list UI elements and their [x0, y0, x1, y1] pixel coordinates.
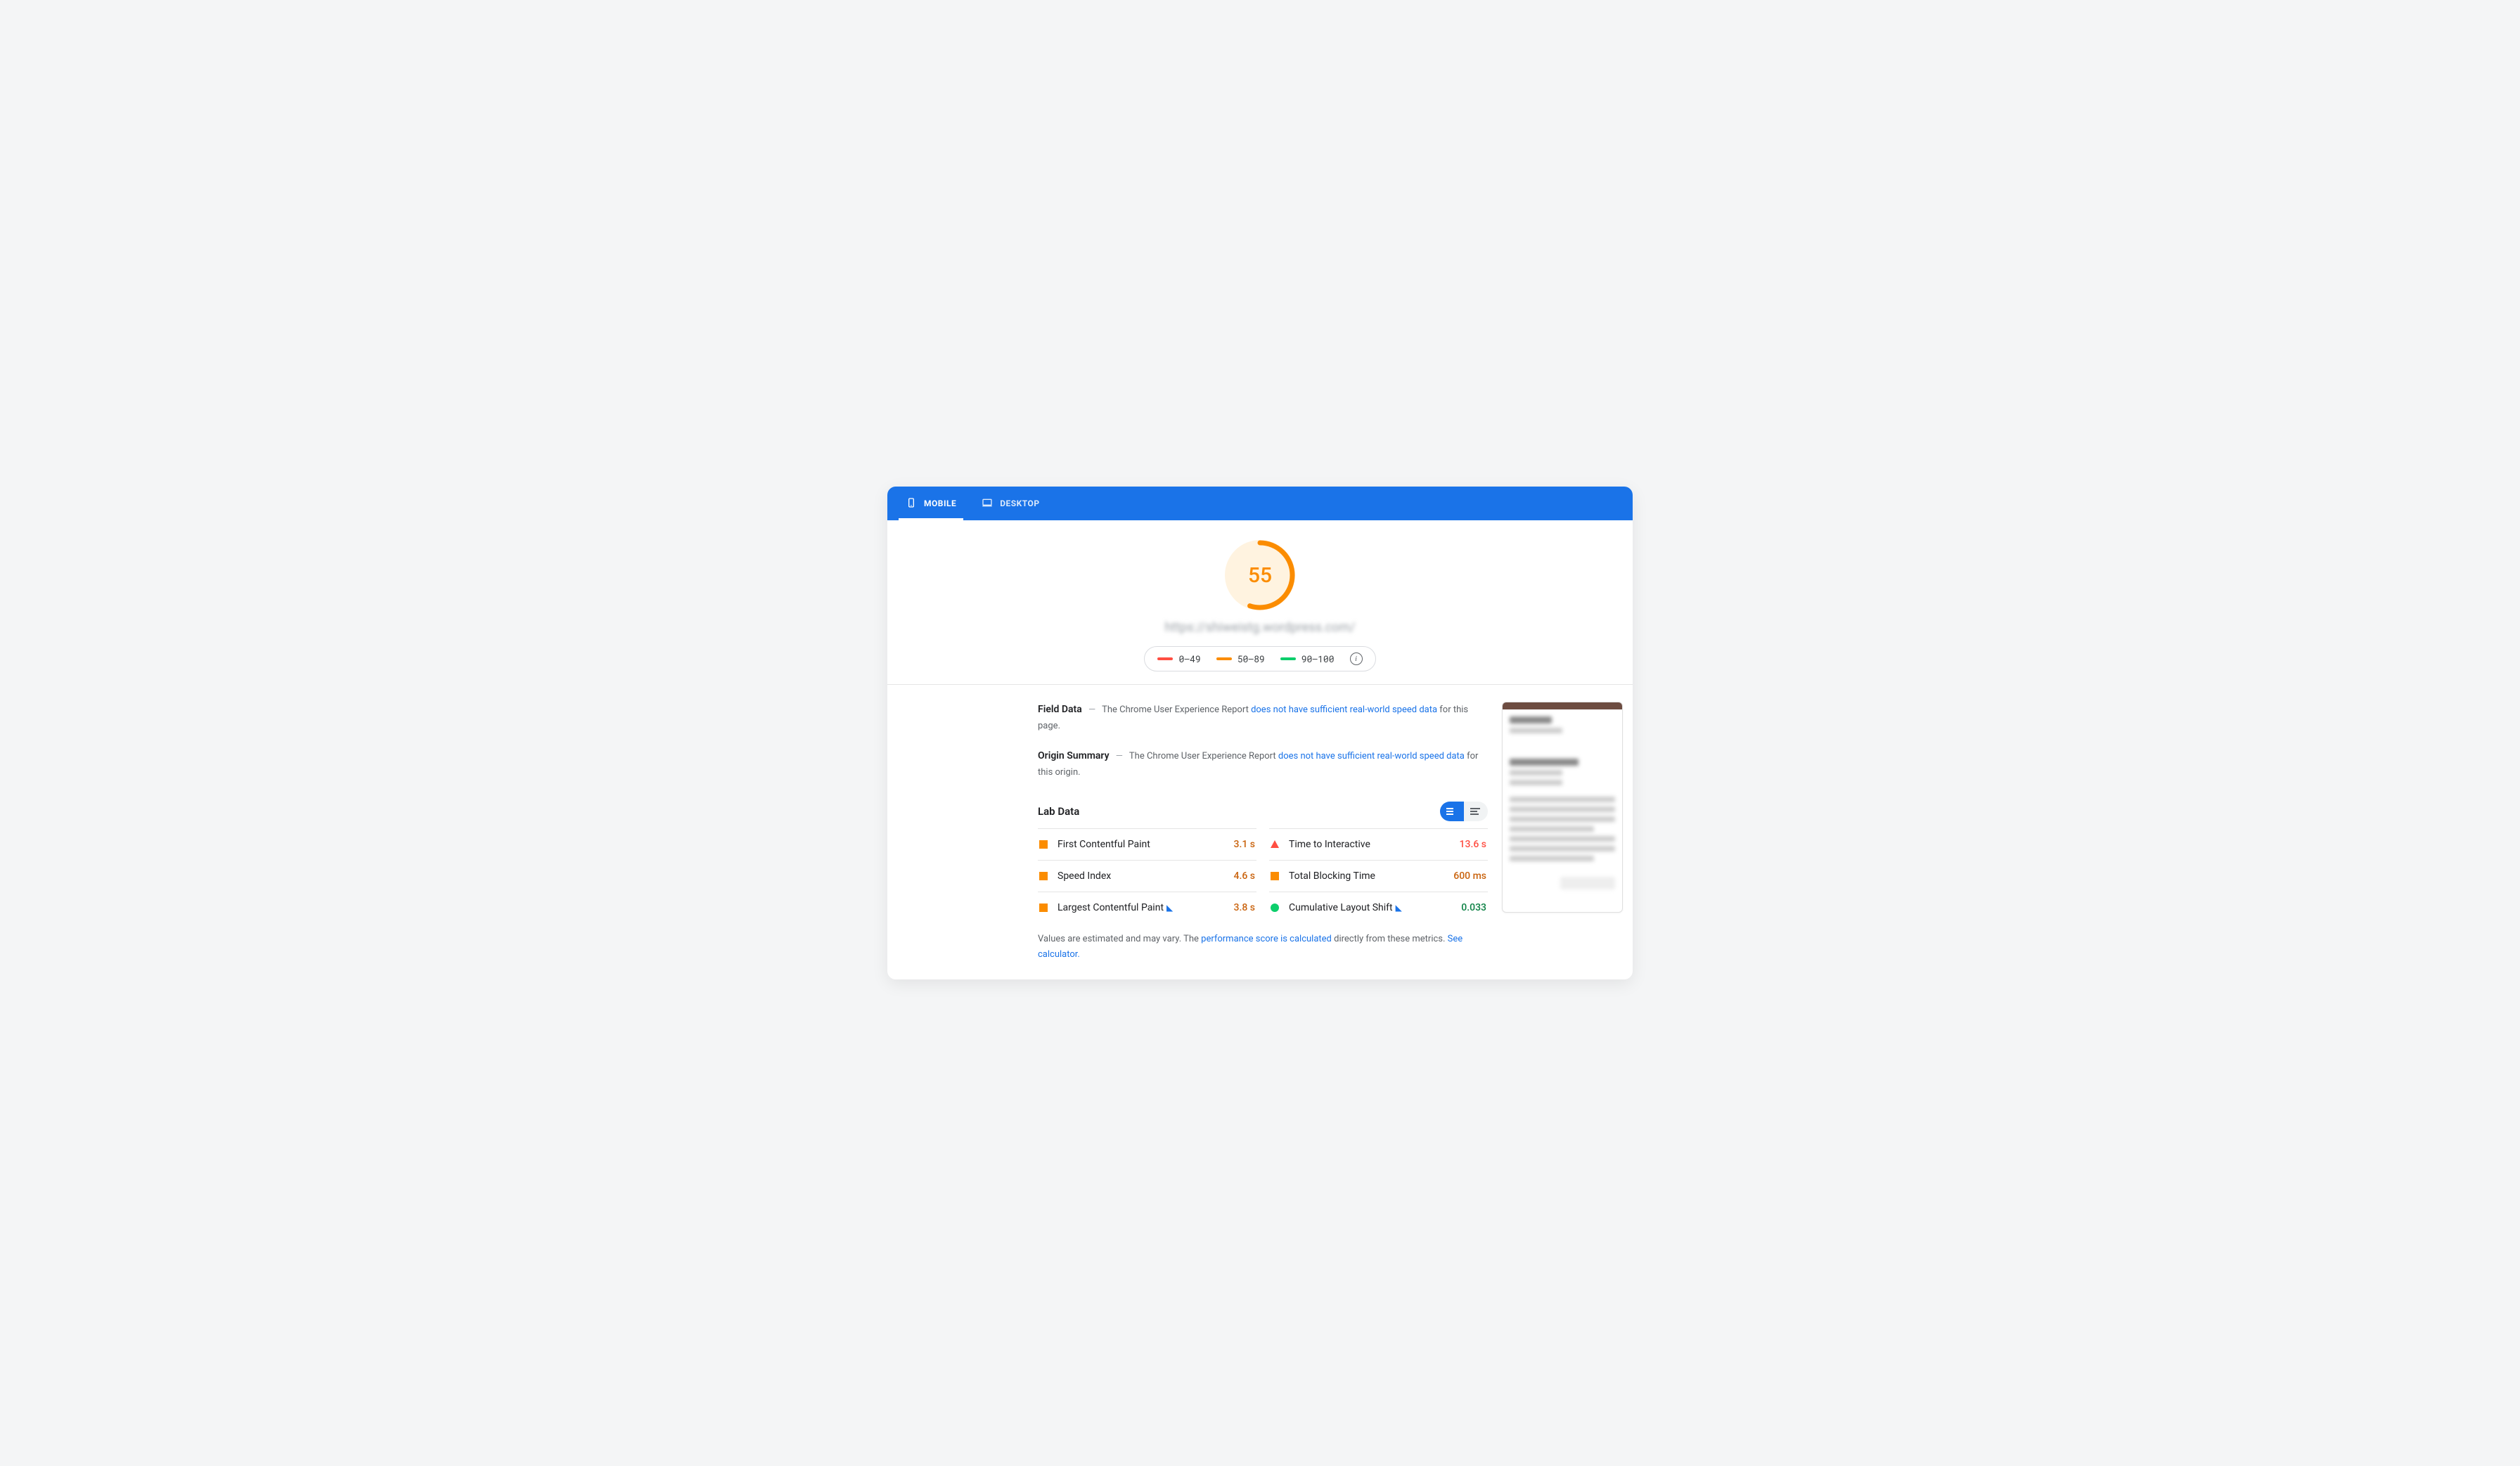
- metrics-grid: First Contentful Paint 3.1 s Time to Int…: [1038, 828, 1488, 923]
- square-icon: [1039, 872, 1048, 880]
- field-data-section: Field Data — The Chrome User Experience …: [1038, 702, 1488, 734]
- square-icon: [1039, 840, 1048, 849]
- metric-cls: Cumulative Layout Shift ◣ 0.033: [1269, 892, 1488, 923]
- metric-tti-value: 13.6 s: [1460, 839, 1486, 850]
- metric-lcp-value: 3.8 s: [1234, 902, 1256, 913]
- metric-fcp: First Contentful Paint 3.1 s: [1038, 828, 1256, 860]
- metric-tbt: Total Blocking Time 600 ms: [1269, 860, 1488, 892]
- metric-tbt-value: 600 ms: [1453, 870, 1486, 882]
- metric-tti: Time to Interactive 13.6 s: [1269, 828, 1488, 860]
- origin-summary-heading: Origin Summary: [1038, 750, 1110, 761]
- field-data-link[interactable]: does not have sufficient real-world spee…: [1251, 705, 1437, 715]
- flag-icon: ◣: [1166, 903, 1173, 913]
- lab-data-header: Lab Data: [1038, 802, 1488, 821]
- tested-url: https://shiweistg.wordpress.com/: [1164, 620, 1355, 635]
- origin-summary-section: Origin Summary — The Chrome User Experie…: [1038, 748, 1488, 780]
- metric-si: Speed Index 4.6 s: [1038, 860, 1256, 892]
- flag-icon: ◣: [1396, 903, 1402, 913]
- score-value: 55: [1225, 540, 1295, 610]
- view-toggle-expanded[interactable]: [1464, 802, 1488, 821]
- metric-si-value: 4.6 s: [1234, 870, 1256, 882]
- tab-desktop-label: DESKTOP: [1000, 499, 1039, 508]
- expanded-icon: [1470, 807, 1481, 816]
- tab-mobile-label: MOBILE: [924, 499, 956, 508]
- page-preview-thumbnail: [1502, 702, 1623, 913]
- report-content: Field Data — The Chrome User Experience …: [1038, 702, 1488, 963]
- device-tabs: MOBILE DESKTOP: [887, 487, 1633, 520]
- pagespeed-card: MOBILE DESKTOP 55 https://shiweistg.word…: [887, 487, 1633, 979]
- metric-fcp-value: 3.1 s: [1234, 839, 1256, 850]
- score-gauge: 55: [1225, 540, 1295, 610]
- tab-desktop[interactable]: DESKTOP: [969, 487, 1052, 520]
- score-legend: 0–49 50–89 90–100 i: [1144, 646, 1375, 671]
- lab-footer: Values are estimated and may vary. The p…: [1038, 932, 1488, 963]
- info-icon[interactable]: i: [1350, 652, 1363, 665]
- field-data-heading: Field Data: [1038, 704, 1082, 715]
- square-icon: [1271, 872, 1279, 880]
- mobile-icon: [906, 497, 917, 510]
- lab-data-heading: Lab Data: [1038, 805, 1079, 818]
- view-toggle: [1440, 802, 1488, 821]
- performance-score-link[interactable]: performance score is calculated: [1201, 934, 1332, 944]
- legend-low: 0–49: [1157, 652, 1200, 665]
- origin-summary-link[interactable]: does not have sufficient real-world spee…: [1278, 751, 1465, 761]
- hero: 55 https://shiweistg.wordpress.com/ 0–49…: [887, 520, 1633, 685]
- report-body: Field Data — The Chrome User Experience …: [887, 685, 1633, 979]
- legend-mid: 50–89: [1216, 652, 1265, 665]
- square-icon: [1039, 904, 1048, 912]
- compact-icon: [1446, 807, 1458, 816]
- metric-lcp: Largest Contentful Paint ◣ 3.8 s: [1038, 892, 1256, 923]
- tab-mobile[interactable]: MOBILE: [893, 487, 969, 520]
- metric-cls-value: 0.033: [1461, 902, 1486, 913]
- view-toggle-compact[interactable]: [1440, 802, 1464, 821]
- desktop-icon: [982, 497, 993, 510]
- triangle-icon: [1271, 840, 1279, 848]
- circle-icon: [1271, 904, 1279, 912]
- legend-high: 90–100: [1280, 652, 1335, 665]
